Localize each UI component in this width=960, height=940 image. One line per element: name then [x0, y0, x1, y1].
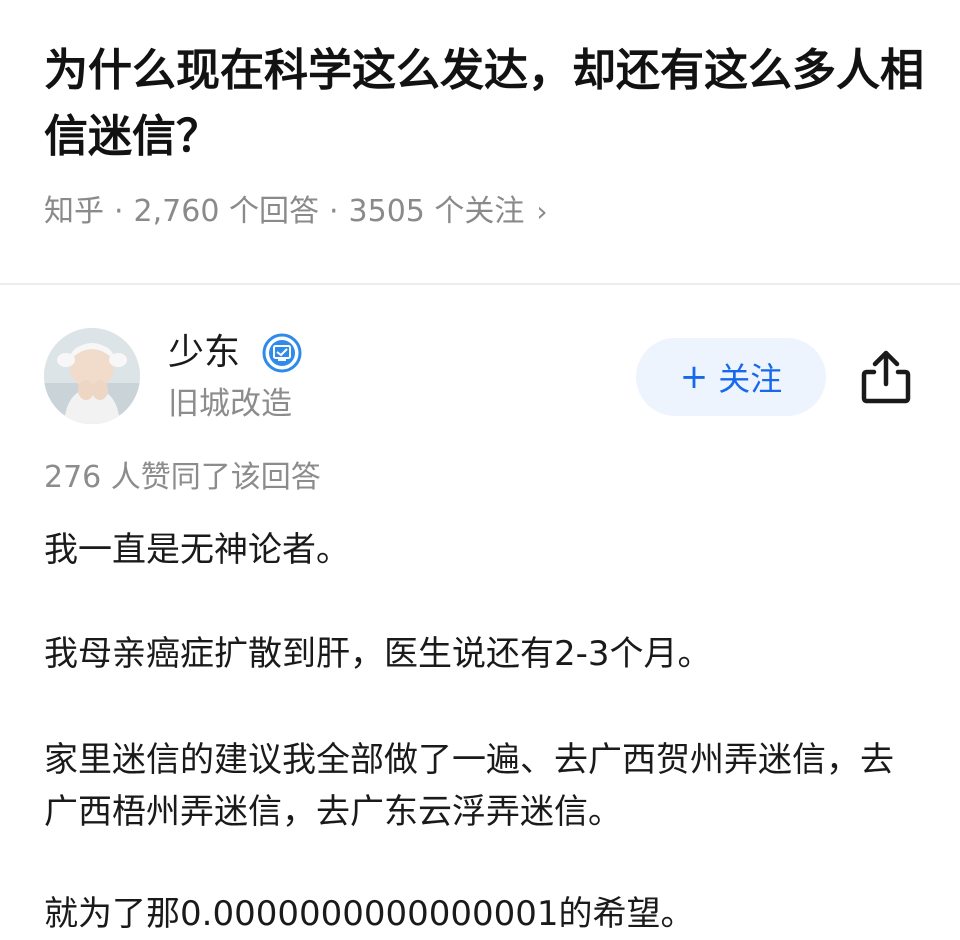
question-meta[interactable]: 知乎 · 2,760 个回答 · 3505 个关注 › — [44, 190, 548, 234]
answer-paragraph: 我母亲癌症扩散到肝，医生说还有2-3个月。 — [44, 634, 712, 674]
share-icon[interactable] — [858, 348, 914, 406]
author-name[interactable]: 少东 — [168, 330, 240, 376]
follow-button[interactable]: + 关注 — [636, 338, 826, 416]
answer-paragraph: 就为了那0.0000000000000001的希望。 — [44, 894, 695, 934]
author-bio: 旧城改造 — [168, 386, 292, 422]
divider — [0, 283, 960, 285]
verified-badge-icon — [262, 333, 302, 373]
avatar-image — [44, 328, 140, 424]
followers-count: 3505 个关注 — [348, 194, 525, 229]
avatar[interactable] — [44, 328, 140, 424]
follow-label: 关注 — [718, 360, 783, 398]
answers-count: 2,760 个回答 — [133, 194, 319, 229]
meta-separator: · — [114, 194, 124, 229]
answer-paragraph: 我一直是无神论者。 — [44, 530, 350, 570]
likes-count: 276 人赞同了该回答 — [44, 460, 321, 495]
source-label: 知乎 — [44, 194, 104, 229]
chevron-right-icon: › — [536, 195, 548, 228]
answer-paragraph: 家里迷信的建议我全部做了一遍、去广西贺州弄迷信，去广西梧州弄迷信，去广东云浮弄迷… — [44, 740, 894, 832]
question-title[interactable]: 为什么现在科学这么发达，却还有这么多人相信迷信？ — [44, 38, 924, 170]
plus-icon: + — [679, 357, 709, 397]
meta-separator: · — [328, 194, 339, 229]
